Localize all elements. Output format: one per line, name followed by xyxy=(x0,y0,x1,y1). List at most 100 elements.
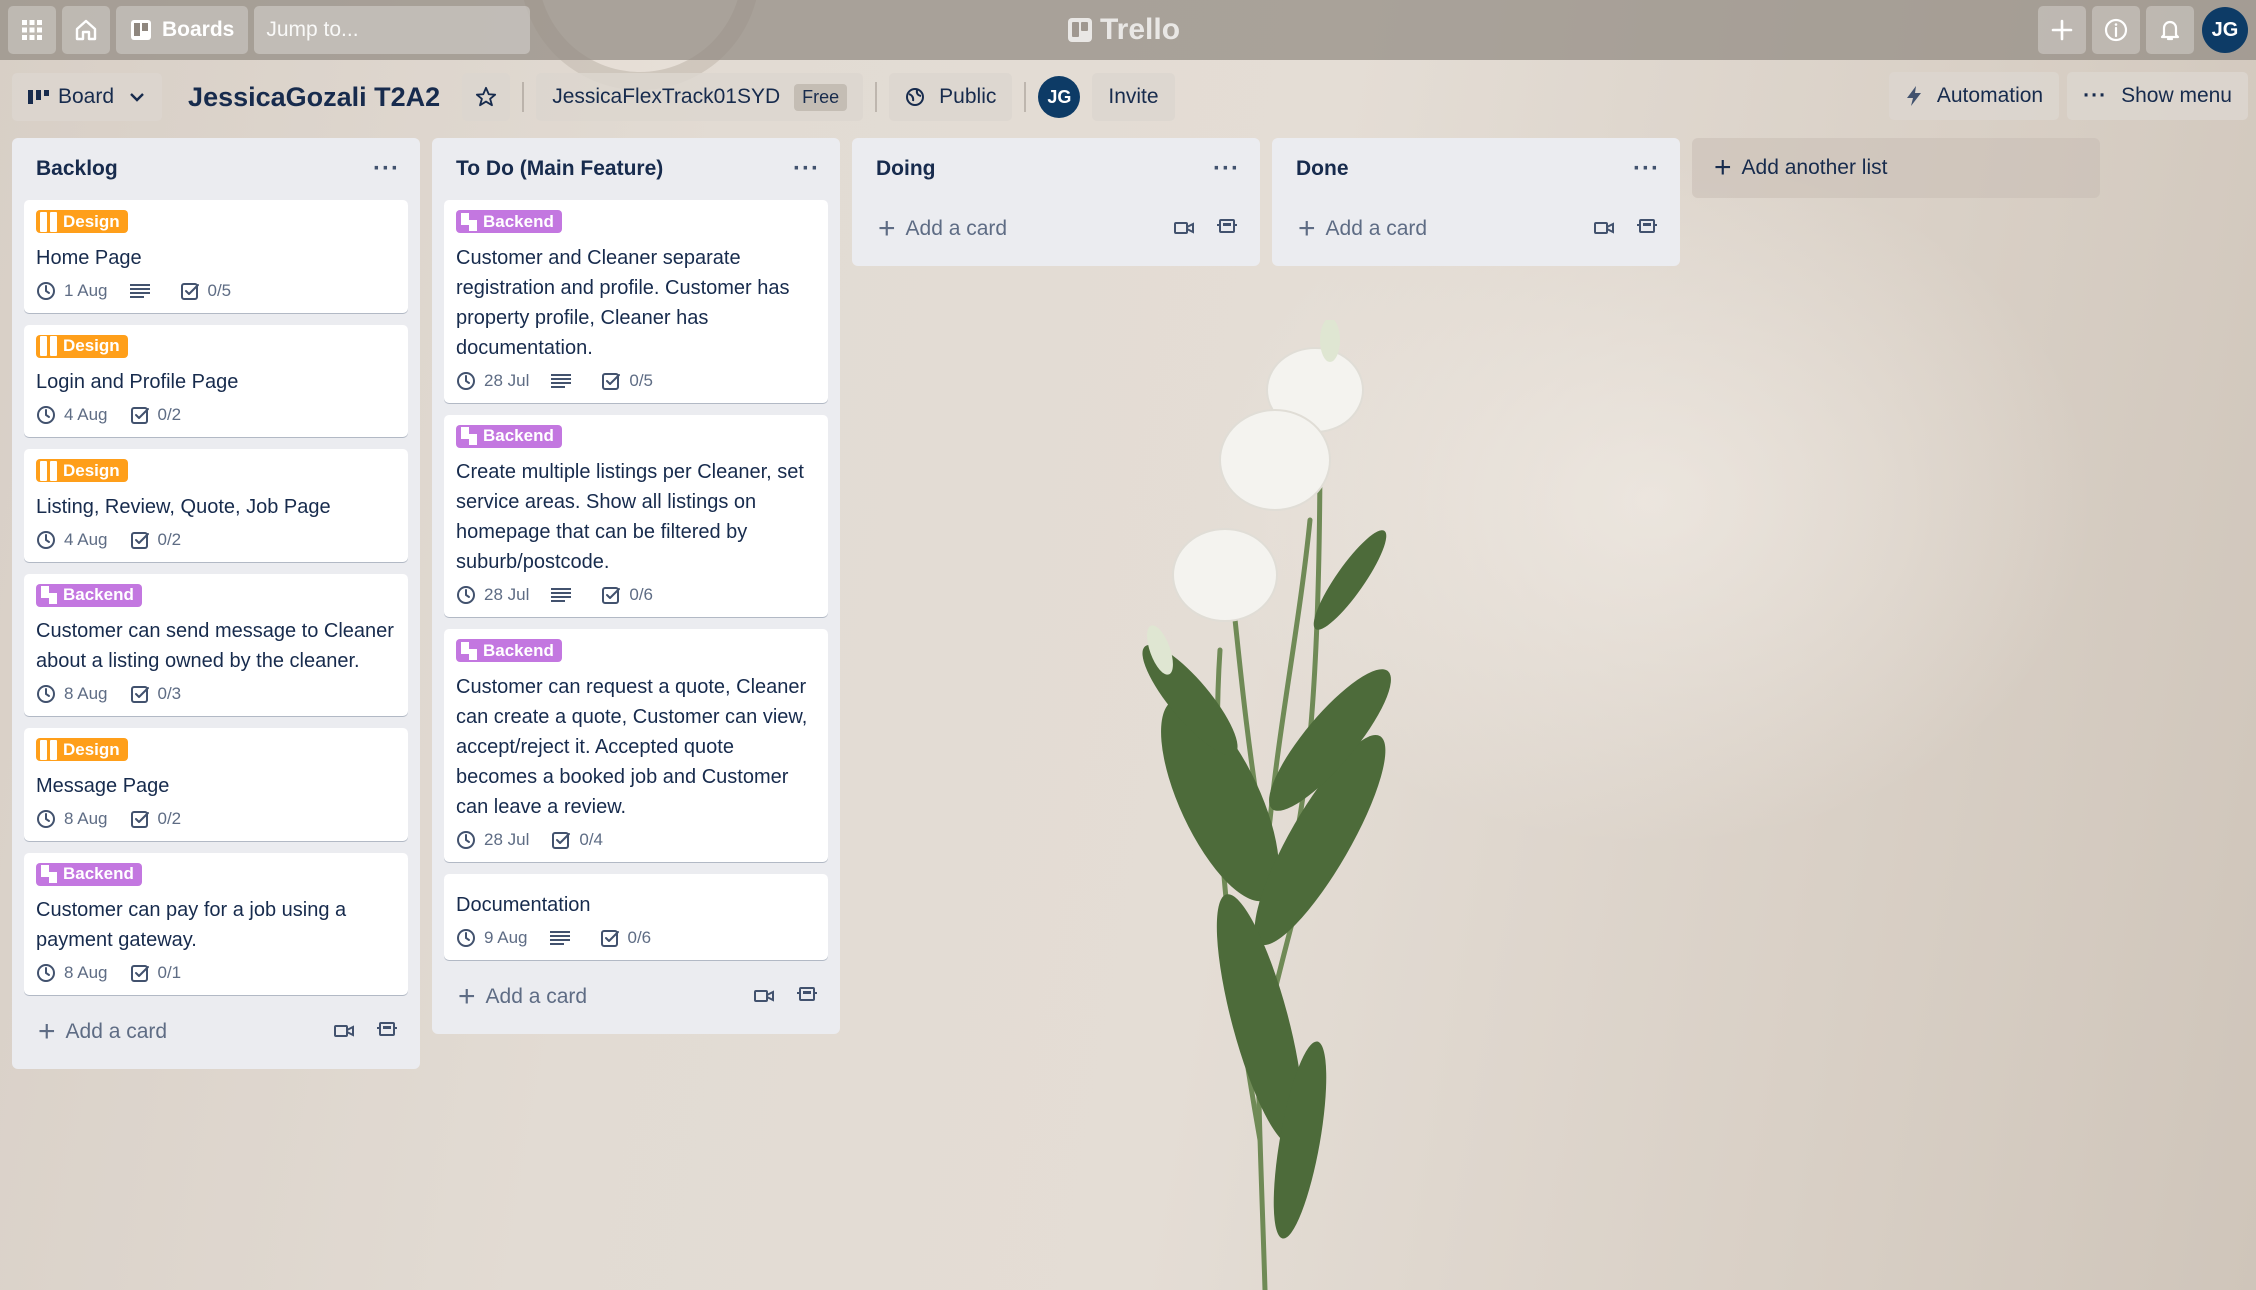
due-date-badge[interactable]: 9 Aug xyxy=(456,928,528,948)
board-header: Board JessicaGozali T2A2 JessicaFlexTrac… xyxy=(12,72,2248,122)
clock-icon xyxy=(457,586,475,604)
due-date-badge[interactable]: 28 Jul xyxy=(456,371,529,391)
workspace-button[interactable]: JessicaFlexTrack01SYD Free xyxy=(536,73,864,121)
trello-logo-icon xyxy=(1068,18,1092,42)
add-card-button[interactable]: + Add a card xyxy=(24,1007,408,1057)
record-video-button[interactable] xyxy=(1174,217,1194,241)
design-label-icon xyxy=(40,739,58,760)
due-date-badge[interactable]: 28 Jul xyxy=(456,830,529,850)
add-card-button[interactable]: + Add a card xyxy=(864,204,1248,254)
card-badges: 8 Aug 0/2 xyxy=(36,809,396,829)
grid-icon xyxy=(22,20,42,40)
due-date-text: 28 Jul xyxy=(484,585,530,604)
card-label-design[interactable]: Design xyxy=(36,210,128,233)
board-view-switcher[interactable]: Board xyxy=(12,73,163,121)
card-label-design[interactable]: Design xyxy=(36,738,128,761)
card[interactable]: Documentation 9 Aug 0/6 xyxy=(444,873,828,960)
board-member-avatar[interactable]: JG xyxy=(1038,76,1081,118)
star-board-button[interactable] xyxy=(462,73,511,121)
card-label-text: Design xyxy=(63,336,120,355)
board-title[interactable]: JessicaGozali T2A2 xyxy=(188,82,440,113)
invite-label: Invite xyxy=(1108,85,1159,108)
boards-button[interactable]: Boards xyxy=(116,6,249,54)
list-actions-dots-icon[interactable]: ··· xyxy=(373,157,400,181)
automation-button[interactable]: Automation xyxy=(1888,72,2060,120)
list-header[interactable]: Backlog ··· xyxy=(24,138,408,200)
card-label-backend[interactable]: Backend xyxy=(36,583,142,607)
card-label-design[interactable]: Design xyxy=(36,334,128,358)
create-button[interactable] xyxy=(2038,6,2086,54)
list-header[interactable]: Done ··· xyxy=(1284,138,1668,200)
clock-icon xyxy=(457,371,475,390)
list-title[interactable]: Backlog xyxy=(36,157,118,181)
card[interactable]: Design Home Page 1 Aug 0/5 xyxy=(24,200,408,313)
list-actions-dots-icon[interactable]: ··· xyxy=(1213,157,1240,181)
due-date-badge[interactable]: 1 Aug xyxy=(36,281,108,301)
card-label-text: Design xyxy=(63,739,120,759)
card-label-backend[interactable]: Backend xyxy=(456,210,562,233)
create-from-template-button[interactable] xyxy=(1216,216,1238,242)
card[interactable]: Design Message Page 8 Aug 0/2 xyxy=(24,728,408,841)
automation-label: Automation xyxy=(1936,84,2044,107)
card[interactable]: Backend Customer and Cleaner separate reg… xyxy=(444,200,828,403)
invite-button[interactable]: Invite xyxy=(1092,73,1175,121)
add-card-label: Add a card xyxy=(485,984,588,1008)
list-header[interactable]: Doing ··· xyxy=(864,138,1248,200)
list-actions-dots-icon[interactable]: ··· xyxy=(1633,157,1660,181)
due-date-badge[interactable]: 8 Aug xyxy=(36,809,108,829)
card-badges: 9 Aug 0/6 xyxy=(456,928,816,948)
user-avatar[interactable]: JG xyxy=(2202,7,2248,53)
jump-to-search[interactable] xyxy=(254,6,538,54)
list-title[interactable]: Doing xyxy=(876,157,935,181)
record-video-button[interactable] xyxy=(754,985,774,1009)
trello-logo[interactable]: Trello xyxy=(1068,10,1180,50)
card[interactable]: Design Listing, Review, Quote, Job Page 4 … xyxy=(24,449,408,562)
card[interactable]: Backend Create multiple listings per Clea… xyxy=(444,414,828,617)
card-label-backend[interactable]: Backend xyxy=(456,639,562,662)
visibility-button[interactable]: Public xyxy=(889,73,1013,121)
due-date-badge[interactable]: 4 Aug xyxy=(36,530,108,550)
record-video-button[interactable] xyxy=(334,1020,354,1044)
add-card-button[interactable]: + Add a card xyxy=(444,972,828,1022)
information-button[interactable] xyxy=(2092,6,2140,54)
card-template-icon xyxy=(797,986,817,1001)
notifications-button[interactable] xyxy=(2146,6,2194,54)
record-video-button[interactable] xyxy=(1594,217,1614,241)
checklist-badge: 0/2 xyxy=(130,530,181,550)
create-from-template-button[interactable] xyxy=(376,1019,398,1045)
home-button[interactable] xyxy=(62,6,110,54)
due-date-badge[interactable]: 4 Aug xyxy=(36,405,108,425)
card[interactable]: Backend Customer can request a quote, Cle… xyxy=(444,629,828,862)
card-label-backend[interactable]: Backend xyxy=(456,424,562,448)
create-from-template-button[interactable] xyxy=(796,984,818,1010)
due-date-badge[interactable]: 8 Aug xyxy=(36,684,108,704)
add-another-list-button[interactable]: + Add another list xyxy=(1692,138,2100,198)
card-label-design[interactable]: Design xyxy=(36,459,128,482)
checklist-count: 0/3 xyxy=(157,684,182,703)
card[interactable]: Backend Customer can send message to Clea… xyxy=(24,573,408,716)
card[interactable]: Design Login and Profile Page 4 Aug 0/2 xyxy=(24,324,408,437)
list-title[interactable]: Done xyxy=(1296,157,1349,181)
card-label-backend[interactable]: Backend xyxy=(36,862,142,886)
search-input[interactable] xyxy=(266,18,538,42)
list-actions-dots-icon[interactable]: ··· xyxy=(793,157,820,181)
video-camera-icon xyxy=(754,989,774,1002)
card[interactable]: Backend Customer can pay for a job using … xyxy=(24,852,408,995)
card-title: Message Page xyxy=(36,774,170,797)
create-from-template-button[interactable] xyxy=(1636,216,1658,242)
workspace-plan-badge: Free xyxy=(794,83,848,111)
description-icon xyxy=(551,373,572,388)
list-title[interactable]: To Do (Main Feature) xyxy=(456,157,663,181)
backend-label-icon xyxy=(460,212,478,232)
show-menu-button[interactable]: ··· Show menu xyxy=(2067,72,2248,120)
card-label-text: Backend xyxy=(483,426,554,445)
card-badges: 4 Aug 0/2 xyxy=(36,405,396,425)
due-date-badge[interactable]: 8 Aug xyxy=(36,963,108,983)
globe-icon xyxy=(906,88,925,106)
apps-menu-button[interactable] xyxy=(8,6,56,54)
checklist-icon xyxy=(602,587,621,604)
list-header[interactable]: To Do (Main Feature) ··· xyxy=(444,138,828,200)
add-card-button[interactable]: + Add a card xyxy=(1284,204,1668,254)
due-date-badge[interactable]: 28 Jul xyxy=(456,585,529,605)
header-divider xyxy=(875,82,878,112)
